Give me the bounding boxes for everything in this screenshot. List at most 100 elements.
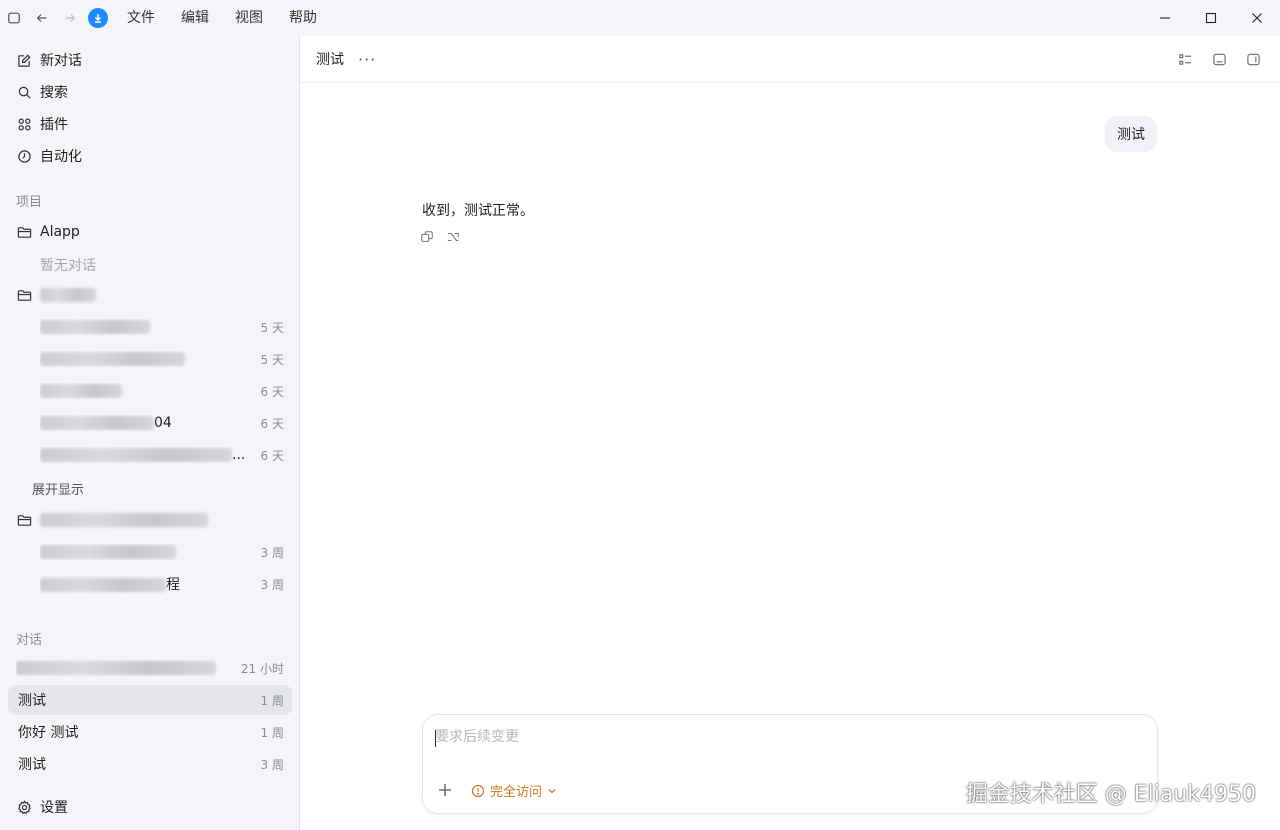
project-thread[interactable]: 3 周 — [8, 537, 292, 567]
user-message-bubble: 测试 — [1105, 116, 1157, 152]
header-actions — [1168, 36, 1270, 83]
menu-file[interactable]: 文件 — [114, 0, 168, 36]
project-thread[interactable]: 6 天 — [8, 376, 292, 406]
add-attachment-icon[interactable] — [435, 780, 455, 800]
conversation-time: 1 周 — [260, 693, 284, 708]
minimize-icon[interactable] — [1142, 0, 1188, 36]
chat-header: 测试 ··· — [300, 36, 1280, 83]
project-thread[interactable]: 5 天 — [8, 312, 292, 342]
message-input[interactable] — [435, 729, 1135, 745]
folder-icon — [16, 512, 32, 528]
back-arrow-icon[interactable] — [28, 0, 56, 36]
new-chat-button[interactable]: 新对话 — [8, 45, 292, 75]
main-panel: 测试 ··· 测试 收到，测试正常。 要求后续变更 完全访问 — [300, 36, 1280, 830]
thread-time: 3 周 — [260, 577, 284, 592]
branch-icon[interactable] — [446, 228, 472, 246]
projects-section-label: 项目 — [16, 195, 43, 210]
folder-icon — [16, 287, 32, 303]
redacted-project-name — [40, 288, 96, 302]
access-level-dropdown[interactable]: 完全访问 — [471, 781, 557, 800]
copy-icon[interactable] — [420, 228, 446, 246]
checklist-icon[interactable] — [1168, 45, 1202, 75]
folder-icon — [16, 224, 32, 240]
warning-icon — [471, 784, 485, 798]
plugins-icon — [16, 116, 32, 132]
thread-time: 5 天 — [260, 320, 284, 335]
plugins-label: 插件 — [40, 117, 68, 133]
thread-time: 3 周 — [260, 545, 284, 560]
conversation-item[interactable]: 你好 测试 1 周 — [8, 717, 292, 747]
conversation-time: 3 周 — [260, 757, 284, 772]
thread-time: 6 天 — [260, 448, 284, 463]
sidebar: 新对话 搜索 插件 自动化 项目 Alapp 暂无对话 5 天 5 天 6 天 … — [0, 36, 300, 830]
redacted-thread-title — [40, 448, 232, 462]
maximize-icon[interactable] — [1188, 0, 1234, 36]
thread-title-suffix: ... — [232, 447, 246, 463]
text-caret — [435, 730, 436, 747]
bottom-panel-icon[interactable] — [1202, 45, 1236, 75]
search-label: 搜索 — [40, 85, 68, 101]
window-controls — [1142, 0, 1280, 36]
redacted-thread-title — [40, 416, 154, 430]
conversation-item[interactable]: 测试 3 周 — [8, 749, 292, 779]
clock-icon — [16, 148, 32, 164]
conversation-time: 1 周 — [260, 725, 284, 740]
more-options-icon[interactable]: ··· — [358, 50, 376, 69]
side-panel-icon[interactable] — [1236, 45, 1270, 75]
thread-title-suffix: 04 — [154, 415, 172, 431]
redacted-thread-title — [40, 545, 176, 559]
watermark: 掘金技术社区 @ Eliauk4950 — [965, 782, 1256, 807]
conversation-title: 测试 — [18, 757, 46, 773]
redacted-conversation-title — [16, 661, 216, 675]
edit-icon — [16, 52, 32, 68]
menu-edit[interactable]: 编辑 — [168, 0, 222, 36]
download-icon[interactable] — [88, 8, 108, 28]
redacted-thread-title — [40, 384, 122, 398]
thread-time: 6 天 — [260, 384, 284, 399]
title-bar: 文件 编辑 视图 帮助 — [0, 0, 1280, 36]
redacted-thread-title — [40, 578, 166, 592]
project-thread[interactable]: 程 3 周 — [8, 569, 292, 599]
project-thread[interactable]: 5 天 — [8, 344, 292, 374]
settings-button[interactable]: 设置 — [8, 792, 292, 822]
settings-label: 设置 — [40, 800, 68, 816]
project-folder-2[interactable] — [8, 280, 292, 310]
project-alapp[interactable]: Alapp — [8, 217, 292, 247]
access-level-label: 完全访问 — [490, 785, 543, 800]
gear-icon — [16, 799, 32, 815]
project-thread[interactable]: ... 6 天 — [8, 440, 292, 470]
message-actions — [420, 228, 472, 246]
no-conversations-text: 暂无对话 — [40, 258, 96, 274]
thread-time: 5 天 — [260, 352, 284, 367]
conversation-title: 测试 — [18, 693, 46, 709]
project-folder-3[interactable] — [8, 505, 292, 535]
automation-button[interactable]: 自动化 — [8, 141, 292, 171]
conversations-section-label: 对话 — [16, 633, 43, 648]
menu-view[interactable]: 视图 — [222, 0, 276, 36]
forward-arrow-icon[interactable] — [56, 0, 84, 36]
search-icon — [16, 84, 32, 100]
conversation-item-active[interactable]: 测试 1 周 — [8, 685, 292, 715]
plugins-button[interactable]: 插件 — [8, 109, 292, 139]
conversation-time: 21 小时 — [240, 661, 284, 676]
menu-help[interactable]: 帮助 — [276, 0, 330, 36]
conversation-item[interactable]: 21 小时 — [8, 653, 292, 683]
project-alapp-name: Alapp — [40, 224, 80, 240]
thread-time: 6 天 — [260, 416, 284, 431]
assistant-message: 收到，测试正常。 — [422, 203, 534, 219]
search-button[interactable]: 搜索 — [8, 77, 292, 107]
sidebar-toggle-icon[interactable] — [0, 0, 28, 36]
expand-more-link[interactable]: 展开显示 — [32, 479, 84, 498]
thread-title-suffix: 程 — [166, 577, 180, 593]
redacted-project-name — [40, 513, 208, 527]
project-thread[interactable]: 04 6 天 — [8, 408, 292, 438]
automation-label: 自动化 — [40, 149, 82, 165]
redacted-thread-title — [40, 352, 185, 366]
close-icon[interactable] — [1234, 0, 1280, 36]
app-window: 文件 编辑 视图 帮助 新对话 搜索 插件 自动化 项目 Alapp 暂无对话 … — [0, 0, 1280, 830]
chat-title: 测试 — [316, 52, 344, 68]
conversation-title: 你好 测试 — [18, 725, 79, 741]
redacted-thread-title — [40, 320, 150, 334]
new-chat-label: 新对话 — [40, 53, 82, 69]
chevron-down-icon — [547, 786, 557, 796]
